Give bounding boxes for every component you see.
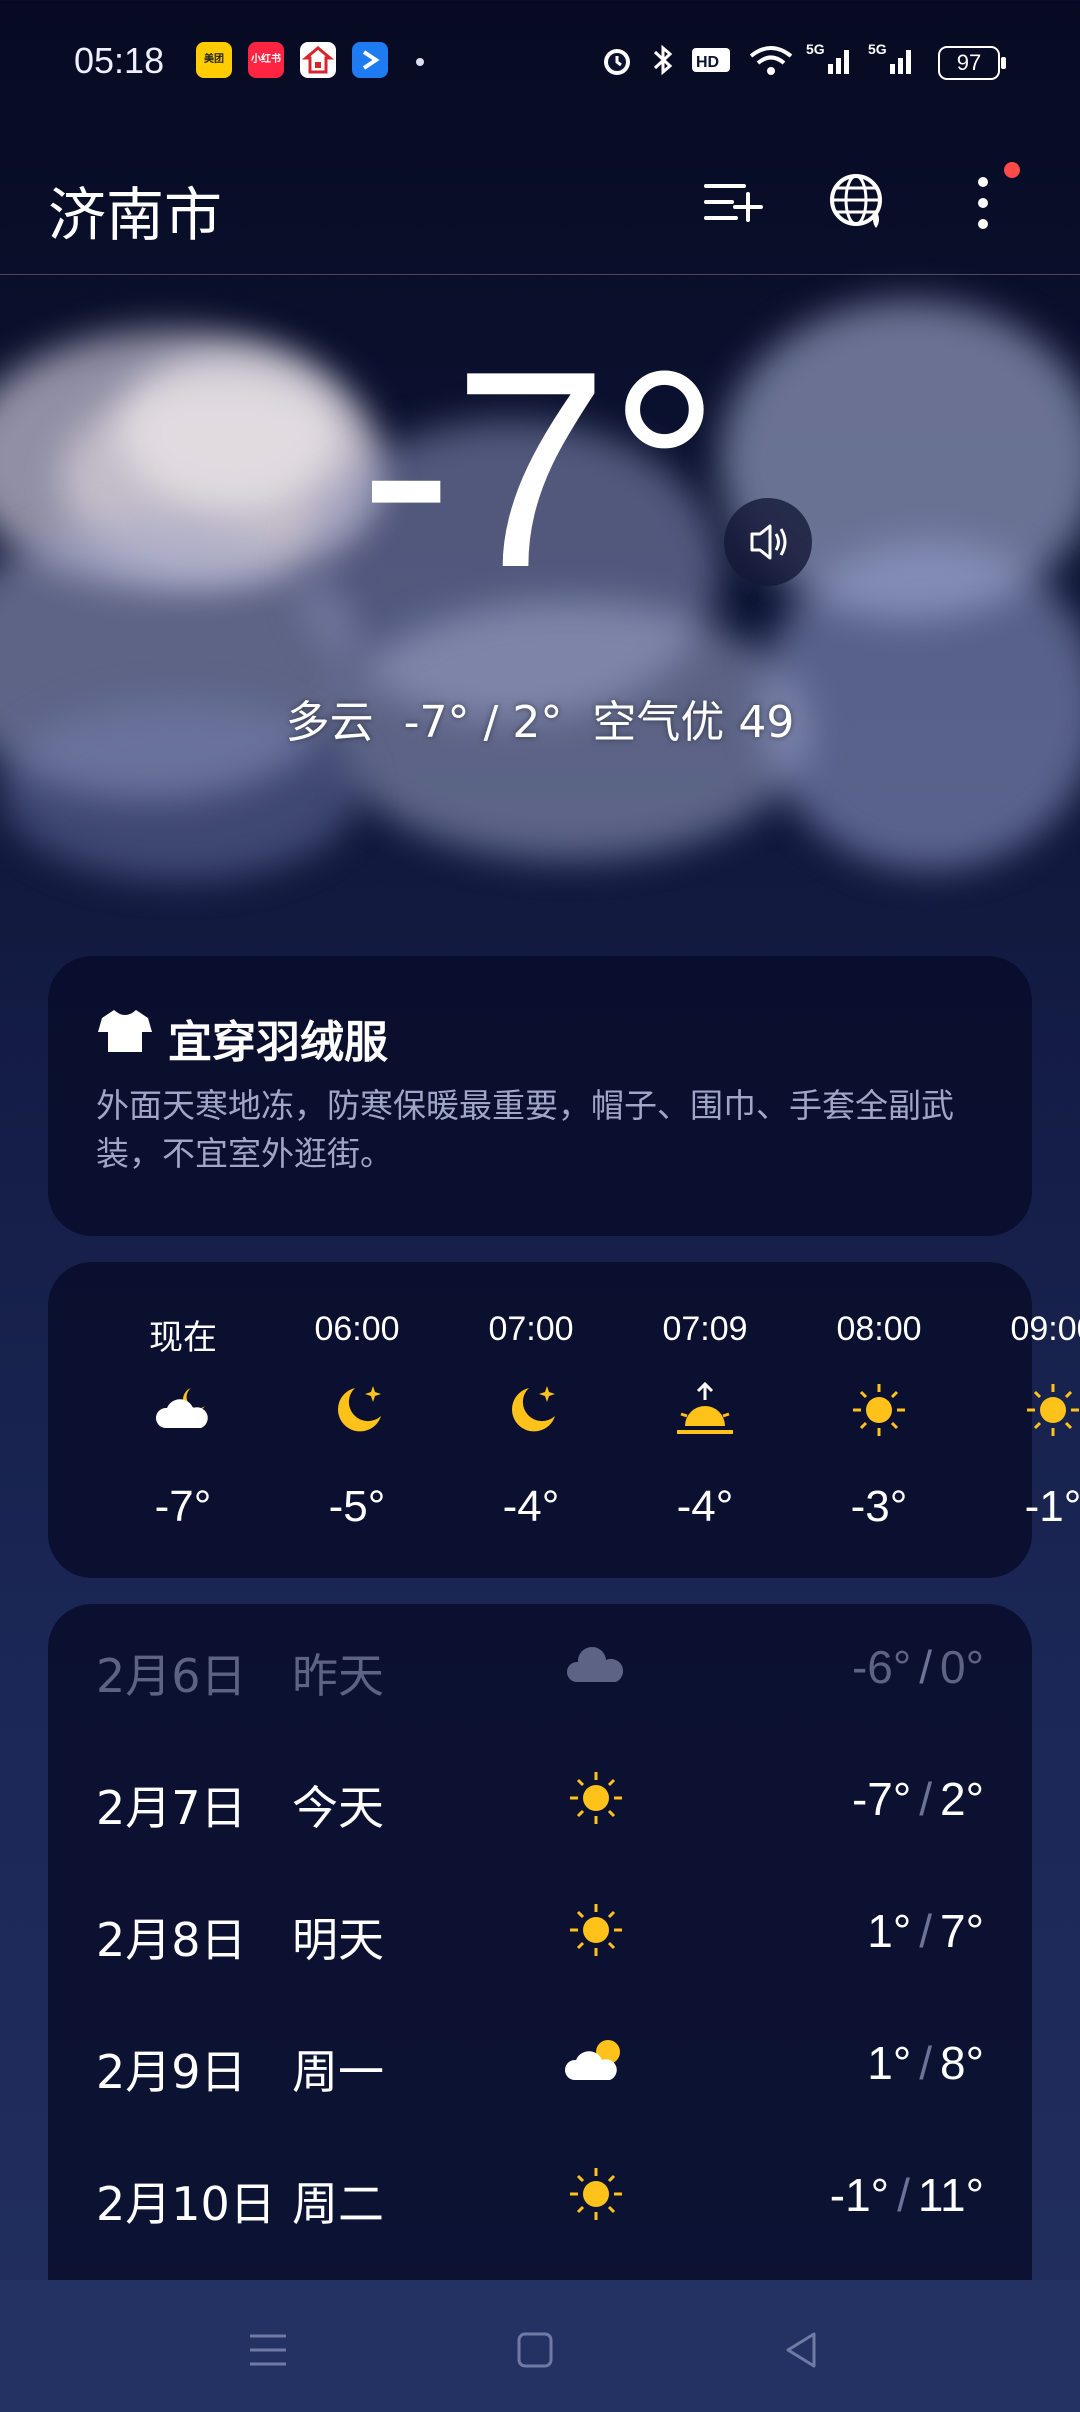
globe-icon[interactable] — [826, 170, 892, 236]
advice-text: 外面天寒地冻，防寒保暖最重要，帽子、围巾、手套全副武装，不宜室外逛街。 — [96, 1086, 954, 1173]
sunrise-icon — [677, 1381, 733, 1434]
day-high: 0° — [940, 1641, 984, 1693]
sun-icon — [853, 1384, 905, 1436]
day-temp-range: -1°/11° — [829, 2169, 984, 2221]
more-notifications-dot — [416, 58, 424, 66]
svg-text:5G: 5G — [806, 41, 825, 57]
hour-label: 08:00 — [836, 1310, 922, 1348]
daily-row[interactable]: 2月10日 周二 -1°/11° — [48, 2132, 1032, 2262]
speaker-button[interactable] — [724, 498, 812, 586]
day-weekday: 周一 — [292, 2045, 384, 2099]
condition-text: 多云 — [285, 697, 374, 748]
daily-row[interactable]: 2月6日 昨天 -6°/0° — [48, 1604, 1032, 1734]
sun-icon — [570, 1904, 622, 1956]
bluetooth-icon — [653, 44, 673, 76]
city-title[interactable]: 济南市 — [48, 168, 222, 252]
moon-icon — [338, 1386, 381, 1432]
hour-temp: -7° — [154, 1482, 212, 1531]
day-high: 8° — [940, 2037, 984, 2089]
weather-summary: 多云 -7° / 2° 空气优 49 — [0, 686, 1080, 750]
xiaohongshu-app-icon: 小红书 — [248, 42, 284, 78]
hour-temp: -4° — [502, 1482, 560, 1531]
day-date: 2月9日 — [96, 2045, 247, 2099]
day-weekday: 昨天 — [292, 1649, 384, 1703]
partly-cloudy-icon — [564, 2040, 620, 2080]
bank-app-icon — [300, 42, 336, 78]
day-weekday: 周二 — [292, 2177, 384, 2231]
day-date: 2月10日 — [96, 2177, 276, 2231]
daily-forecast-card[interactable]: 2月6日 昨天 -6°/0° 2月7日 今天 -7°/2° 2月8日 明天 1°… — [48, 1604, 1032, 2280]
day-low: 1° — [867, 2037, 912, 2089]
sun-icon — [1027, 1384, 1079, 1436]
hour-temp: -5° — [328, 1482, 386, 1531]
day-temp-range: 1°/7° — [867, 1905, 984, 1957]
signal-5g-icon: 5G — [806, 41, 849, 74]
clothing-icon — [98, 1010, 152, 1052]
home-nav-button[interactable] — [505, 2320, 565, 2380]
hourly-forecast-card[interactable]: 现在 -7° 06:00 -5° 07:00 -4° 07:09 -4° 08:… — [48, 1262, 1080, 1578]
more-menu-button[interactable] — [950, 170, 1016, 236]
sun-icon — [570, 1772, 622, 1824]
hour-temp: -3° — [850, 1482, 908, 1531]
hour-label: 07:00 — [488, 1310, 574, 1348]
notification-dot — [1004, 162, 1020, 178]
header-divider — [0, 274, 1080, 275]
wifi-icon — [749, 46, 793, 75]
air-quality-text[interactable]: 空气优 49 — [592, 697, 794, 748]
moon-icon — [512, 1386, 555, 1432]
daily-row[interactable]: 2月7日 今天 -7°/2° — [48, 1736, 1032, 1866]
clothing-advice-card[interactable]: 宜穿羽绒服 外面天寒地冻，防寒保暖最重要，帽子、围巾、手套全副武装，不宜室外逛街… — [48, 956, 1032, 1236]
day-date: 2月8日 — [96, 1913, 247, 1967]
day-date: 2月7日 — [96, 1781, 247, 1835]
daily-row[interactable]: 2月8日 明天 1°/7° — [48, 1868, 1032, 1998]
signal-5g-icon-2: 5G — [868, 41, 911, 74]
hour-label: 09:00 — [1010, 1310, 1080, 1348]
alarm-icon — [604, 49, 630, 75]
sun-icon — [570, 2168, 622, 2220]
day-low: 1° — [867, 1905, 912, 1957]
advice-title: 宜穿羽绒服 — [168, 1017, 388, 1068]
meituan-app-icon: 美团 — [196, 42, 232, 78]
day-low: -6° — [851, 1641, 912, 1693]
day-low: -1° — [829, 2169, 890, 2221]
status-bar: 05:18 美团 小红书 HD 5G 5G 97 — [0, 0, 1080, 120]
status-time: 05:18 — [74, 40, 165, 81]
day-temp-range: -7°/2° — [851, 1773, 984, 1825]
cloudy-night-icon — [155, 1388, 208, 1428]
hour-label: 现在 — [149, 1319, 217, 1357]
day-low: -7° — [851, 1773, 912, 1825]
alipay-app-icon — [352, 42, 388, 78]
add-city-button[interactable] — [700, 170, 766, 236]
hour-label: 07:09 — [662, 1310, 748, 1348]
day-weekday: 今天 — [292, 1781, 384, 1835]
day-high: 7° — [940, 1905, 984, 1957]
day-temp-range: 1°/8° — [867, 2037, 984, 2089]
battery-indicator: 97 — [938, 46, 1006, 80]
day-temp-range: -6°/0° — [851, 1641, 984, 1693]
hd-icon: HD — [692, 48, 730, 72]
menu-nav-button[interactable] — [238, 2320, 298, 2380]
day-high: 2° — [940, 1773, 984, 1825]
svg-text:HD: HD — [696, 54, 719, 71]
cloud-icon — [566, 1646, 624, 1682]
temp-range-text: -7° / 2° — [403, 697, 563, 748]
hour-temp: -4° — [676, 1482, 734, 1531]
daily-row[interactable]: 2月9日 周一 1°/8° — [48, 2000, 1032, 2130]
hour-temp: -1° — [1024, 1482, 1080, 1531]
back-nav-button[interactable] — [772, 2320, 832, 2380]
svg-text:5G: 5G — [868, 41, 887, 57]
day-date: 2月6日 — [96, 1649, 247, 1703]
hour-label: 06:00 — [314, 1310, 400, 1348]
system-navigation-bar — [0, 2280, 1080, 2412]
current-temperature: -7° — [359, 314, 721, 626]
day-high: 11° — [917, 2169, 984, 2221]
day-weekday: 明天 — [292, 1913, 384, 1967]
